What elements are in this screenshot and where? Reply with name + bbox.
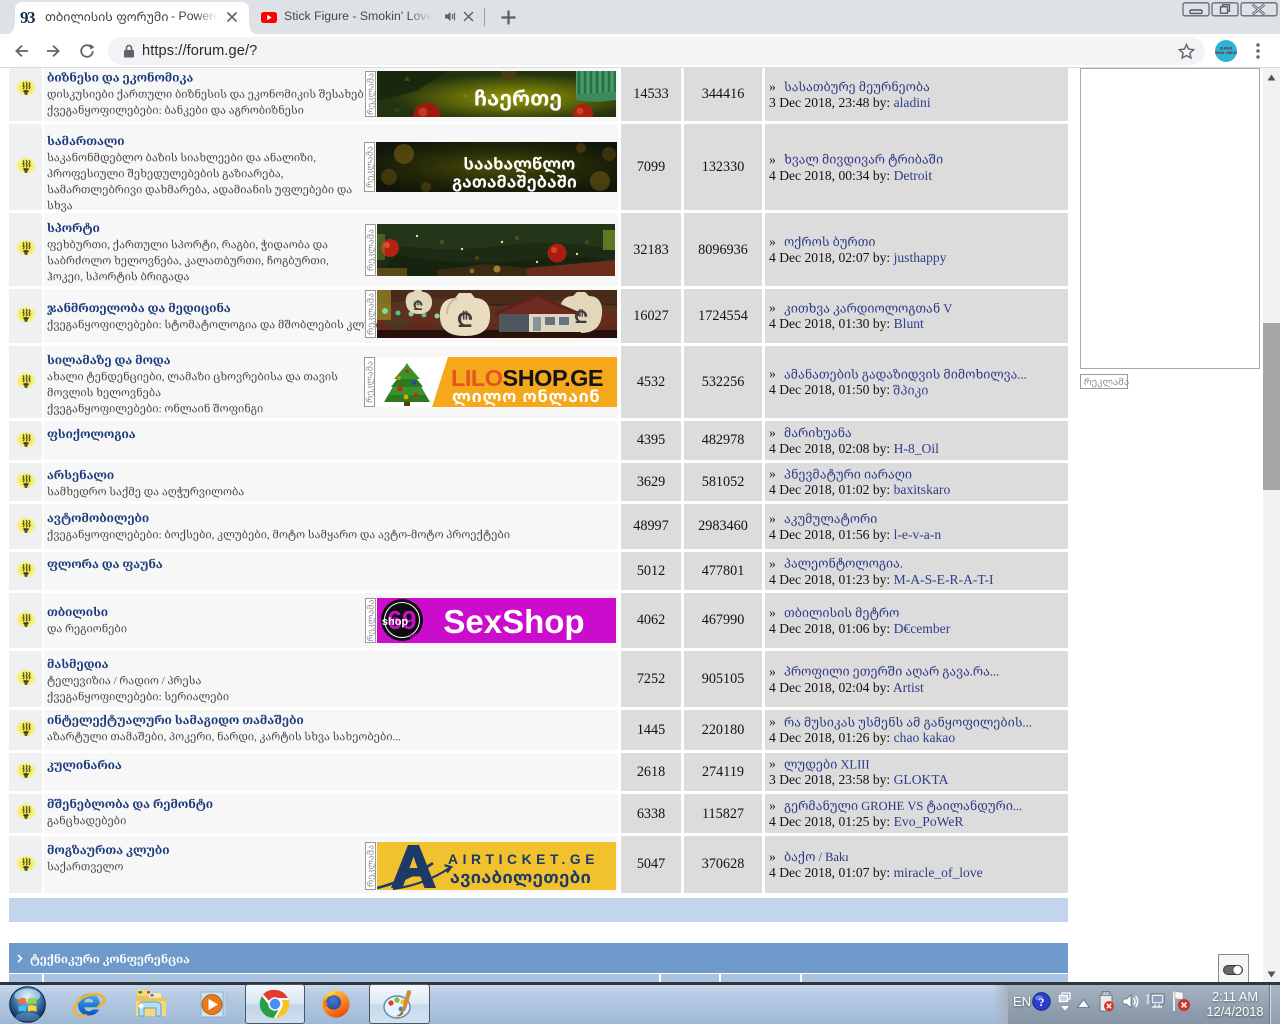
svg-text:WISH VIBES!: WISH VIBES! xyxy=(1215,51,1237,55)
svg-text:?: ? xyxy=(1039,995,1045,1009)
svg-text:shop: shop xyxy=(382,616,409,628)
svg-text:SUPER: SUPER xyxy=(1220,47,1233,51)
svg-text:LILOSHOP.GE: LILOSHOP.GE xyxy=(451,365,603,391)
svg-text:ge: ge xyxy=(409,631,419,640)
svg-text:AIRTICKET.GE: AIRTICKET.GE xyxy=(448,852,599,867)
svg-text:SexShop: SexShop xyxy=(443,603,584,640)
